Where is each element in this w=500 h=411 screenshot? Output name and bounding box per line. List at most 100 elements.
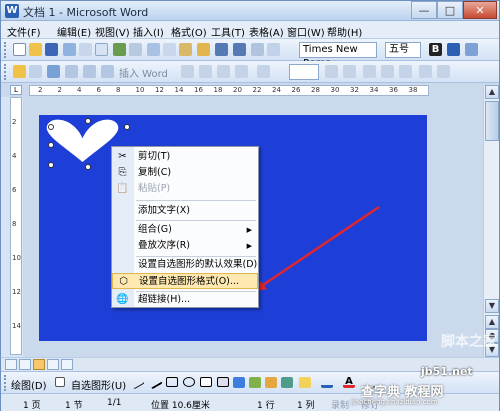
menu-file[interactable]: 文件(F) <box>7 24 41 39</box>
scroll-up-icon[interactable]: ▲ <box>485 85 499 99</box>
form-icon[interactable] <box>83 65 96 78</box>
save-icon[interactable] <box>45 43 58 56</box>
open-folder-icon[interactable] <box>29 43 42 56</box>
spelling-icon[interactable] <box>113 43 126 56</box>
scroll-thumb[interactable] <box>485 101 499 141</box>
menu-window[interactable]: 窗口(W) <box>287 24 325 39</box>
envelope-icon[interactable] <box>13 65 26 78</box>
nav-first-icon[interactable] <box>257 65 270 78</box>
merge-to-doc-icon[interactable] <box>363 65 376 78</box>
diagram-icon[interactable] <box>249 377 261 388</box>
toolbar-grip[interactable] <box>4 42 7 58</box>
format-painter-icon[interactable] <box>197 43 210 56</box>
textbox-tool-icon[interactable] <box>200 377 212 387</box>
record-number-input[interactable] <box>289 64 319 80</box>
arrow-tool-icon[interactable] <box>147 374 163 390</box>
wordart-icon[interactable] <box>233 377 245 388</box>
selection-handle[interactable] <box>85 164 91 170</box>
record-prev-icon[interactable] <box>199 65 212 78</box>
bold-icon[interactable]: B <box>429 43 442 56</box>
document-map-icon[interactable] <box>29 65 42 78</box>
selection-handle[interactable] <box>48 162 54 168</box>
select-objects-icon[interactable] <box>55 377 65 387</box>
close-button[interactable]: ✕ <box>463 1 497 19</box>
cut-icon[interactable] <box>147 43 160 56</box>
vertical-scrollbar[interactable]: ▲ ▼ ▲ ● ▼ <box>483 85 499 357</box>
edit-data-icon[interactable] <box>437 65 450 78</box>
menu-table[interactable]: 表格(A) <box>249 24 284 39</box>
normal-view-button[interactable] <box>5 359 17 370</box>
merge-icon[interactable] <box>47 65 60 78</box>
new-document-icon[interactable] <box>13 43 26 56</box>
record-next-icon[interactable] <box>235 65 248 78</box>
menu-help[interactable]: 帮助(H) <box>327 24 362 39</box>
clipart-icon[interactable] <box>265 377 277 388</box>
align-icon[interactable] <box>447 43 460 56</box>
print-icon[interactable] <box>79 43 92 56</box>
menu-item-group[interactable]: 组合(G) ▶ <box>112 222 258 238</box>
menu-item-add-text[interactable]: 添加文字(X) <box>112 203 258 219</box>
menu-item-hyperlink[interactable]: 🌐 超链接(H)... <box>112 292 258 308</box>
copy-icon[interactable] <box>163 43 176 56</box>
reading-view-button[interactable] <box>61 359 73 370</box>
paste-icon[interactable] <box>179 43 192 56</box>
oval-tool-icon[interactable] <box>183 377 195 387</box>
status-record[interactable]: 录制 <box>331 398 349 411</box>
fill-color-icon[interactable] <box>299 377 311 388</box>
toolbar-grip-2[interactable] <box>4 64 7 80</box>
redo-icon[interactable] <box>233 43 246 56</box>
menu-edit[interactable]: 编辑(E) <box>57 24 91 39</box>
word-app-icon[interactable]: W <box>5 4 19 18</box>
selection-handle[interactable] <box>48 142 54 148</box>
vertical-ruler[interactable]: 2 4 6 8 10 12 14 <box>10 97 22 355</box>
permission-icon[interactable] <box>63 43 76 56</box>
prev-page-icon[interactable]: ▲ <box>485 315 499 329</box>
print-preview-icon[interactable] <box>95 43 108 56</box>
nav-last-icon[interactable] <box>343 65 356 78</box>
table-icon[interactable] <box>251 43 264 56</box>
menu-insert[interactable]: 插入(I) <box>133 24 164 39</box>
draw-menu-button[interactable]: 绘图(D) <box>11 377 47 392</box>
check-icon[interactable] <box>101 65 114 78</box>
selection-handle[interactable] <box>48 124 54 130</box>
minimize-button[interactable]: — <box>411 1 437 19</box>
print-view-button[interactable] <box>33 359 45 370</box>
record-first-icon[interactable] <box>181 65 194 78</box>
rectangle-tool-icon[interactable] <box>166 377 178 387</box>
record-icon[interactable] <box>217 65 230 78</box>
bullets-icon[interactable] <box>465 43 478 56</box>
undo-icon[interactable] <box>215 43 228 56</box>
web-view-button[interactable] <box>19 359 31 370</box>
scroll-down-icon[interactable]: ▼ <box>485 299 499 313</box>
drawbar-grip[interactable] <box>4 375 7 391</box>
menu-item-format-autoshape[interactable]: ⬡ 设置自选图形格式(O)... <box>112 273 258 289</box>
menu-item-order[interactable]: 叠放次序(R) ▶ <box>112 238 258 254</box>
menu-tools[interactable]: 工具(T) <box>211 24 245 39</box>
outline-view-button[interactable] <box>47 359 59 370</box>
tab-selector[interactable]: L <box>10 85 22 95</box>
find-entry-icon[interactable] <box>419 65 432 78</box>
merge-to-email-icon[interactable] <box>399 65 412 78</box>
selection-handle[interactable] <box>85 118 91 124</box>
insert-word-field[interactable]: 插入 Word <box>119 65 168 80</box>
picture-icon[interactable] <box>281 377 293 388</box>
line-tool-icon[interactable] <box>129 374 145 390</box>
menu-item-copy[interactable]: ⎘ 复制(C) <box>112 165 258 181</box>
nav-next-icon[interactable] <box>325 65 338 78</box>
horizontal-ruler[interactable]: 2 2 4 6 8 10 12 14 16 18 20 22 24 26 28 30 32 34 36 38 <box>29 85 429 96</box>
heart-shape[interactable] <box>46 119 119 163</box>
menu-item-paste[interactable]: 📋 粘贴(P) <box>112 181 258 197</box>
research-icon[interactable] <box>129 43 142 56</box>
font-color-icon[interactable]: A <box>343 377 355 388</box>
field-icon[interactable] <box>65 65 78 78</box>
font-size-select[interactable]: 五号 <box>385 42 421 58</box>
menu-item-set-default[interactable]: 设置自选图形的默认效果(D) <box>112 257 258 273</box>
menu-item-cut[interactable]: ✂ 剪切(T) <box>112 149 258 165</box>
menu-view[interactable]: 视图(V) <box>95 24 130 39</box>
merge-to-printer-icon[interactable] <box>381 65 394 78</box>
menu-format[interactable]: 格式(O) <box>171 24 207 39</box>
selection-handle[interactable] <box>124 124 130 130</box>
autoshapes-menu-button[interactable]: 自选图形(U) <box>71 377 126 392</box>
vertical-textbox-icon[interactable] <box>217 377 229 387</box>
columns-icon[interactable] <box>267 43 280 56</box>
